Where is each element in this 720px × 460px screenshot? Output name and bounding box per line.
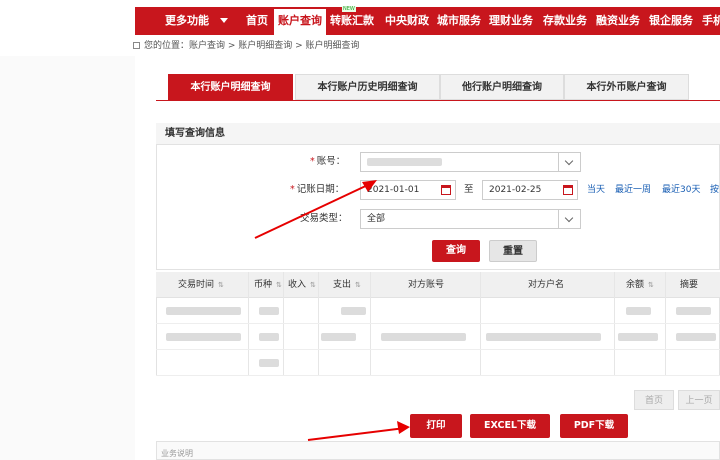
print-button[interactable]: 打印 (410, 414, 462, 438)
tab-current-detail[interactable]: 本行账户明细查询 (168, 74, 293, 100)
left-margin (0, 56, 135, 460)
chevron-down-icon[interactable] (220, 18, 228, 23)
table-row[interactable] (156, 350, 720, 376)
sort-icon: ⇅ (355, 281, 361, 289)
excel-download-button[interactable]: EXCEL下载 (470, 414, 550, 438)
nav-wealth[interactable]: 理财业务 (489, 7, 533, 35)
account-value-masked (367, 158, 442, 166)
calendar-icon[interactable] (441, 185, 451, 195)
logo-area (0, 7, 135, 35)
nav-home[interactable]: 首页 (246, 7, 268, 35)
date-to-separator: 至 (464, 184, 474, 195)
type-select[interactable]: 全部 (360, 209, 581, 229)
breadcrumb-text: 您的位置：账户查询 > 账户明细查询 > 账户明细查询 (144, 41, 360, 51)
table-row[interactable] (156, 298, 720, 324)
col-counter-account: 对方账号 (408, 280, 445, 290)
sort-icon: ⇅ (648, 281, 654, 289)
col-summary: 摘要 (680, 280, 699, 290)
nav-central-finance[interactable]: 中央财政 (385, 7, 429, 35)
sort-icon: ⇅ (310, 281, 316, 289)
col-time[interactable]: 交易时间 ⇅ (178, 272, 224, 298)
sort-icon: ⇅ (276, 281, 282, 289)
account-label: * 账号： (310, 156, 346, 167)
date-label: * 记账日期： (290, 184, 345, 195)
tab-history-detail[interactable]: 本行账户历史明细查询 (295, 74, 440, 100)
col-balance[interactable]: 余额 ⇅ (626, 272, 654, 298)
footer-text: 业务说明 (161, 449, 193, 458)
col-expense[interactable]: 支出 ⇅ (333, 272, 361, 298)
tab-other-bank-detail[interactable]: 他行账户明细查询 (440, 74, 564, 100)
nav-account-query[interactable]: 账户查询 (274, 9, 326, 35)
nav-financing[interactable]: 融资业务 (596, 7, 640, 35)
tab-foreign-currency[interactable]: 本行外币账户查询 (564, 74, 689, 100)
top-strip (0, 0, 720, 7)
nav-bank-enterprise[interactable]: 银企服务 (649, 7, 693, 35)
date-from-input[interactable]: 2021-01-01 (360, 180, 456, 200)
query-button[interactable]: 查询 (432, 240, 480, 262)
quick-week-link[interactable]: 最近一周 (615, 182, 651, 195)
quick-today-link[interactable]: 当天 (587, 182, 605, 195)
calendar-icon[interactable] (563, 185, 573, 195)
breadcrumb: 您的位置：账户查询 > 账户明细查询 > 账户明细查询 (133, 38, 360, 54)
chevron-down-icon[interactable] (558, 153, 580, 171)
nav-deposit[interactable]: 存款业务 (543, 7, 587, 35)
date-to-input[interactable]: 2021-02-25 (482, 180, 578, 200)
form-title: 填写查询信息 (156, 123, 720, 145)
pdf-download-button[interactable]: PDF下载 (560, 414, 628, 438)
table-row[interactable] (156, 324, 720, 350)
footer-box (156, 441, 720, 460)
nav-city-services[interactable]: 城市服务 (437, 7, 481, 35)
pager-prev[interactable]: 上一页 (678, 390, 720, 410)
nav-mobile[interactable]: 手机 (702, 7, 720, 35)
quick-more-link[interactable]: 按 (710, 182, 719, 195)
col-counter-name: 对方户名 (528, 280, 565, 290)
chevron-down-icon[interactable] (558, 210, 580, 228)
pager-first[interactable]: 首页 (634, 390, 674, 410)
sort-icon: ⇅ (218, 281, 224, 289)
col-currency[interactable]: 币种 ⇅ (254, 272, 282, 298)
reset-button[interactable]: 重置 (489, 240, 537, 262)
tab-underline (156, 100, 720, 101)
col-income[interactable]: 收入 ⇅ (288, 272, 316, 298)
account-select[interactable] (360, 152, 581, 172)
home-icon (133, 42, 140, 49)
nav-transfer[interactable]: 转账汇款 (330, 7, 374, 35)
quick-30days-link[interactable]: 最近30天 (662, 182, 700, 195)
type-label: 交易类型： (300, 213, 348, 224)
nav-more-functions[interactable]: 更多功能 (165, 7, 209, 35)
